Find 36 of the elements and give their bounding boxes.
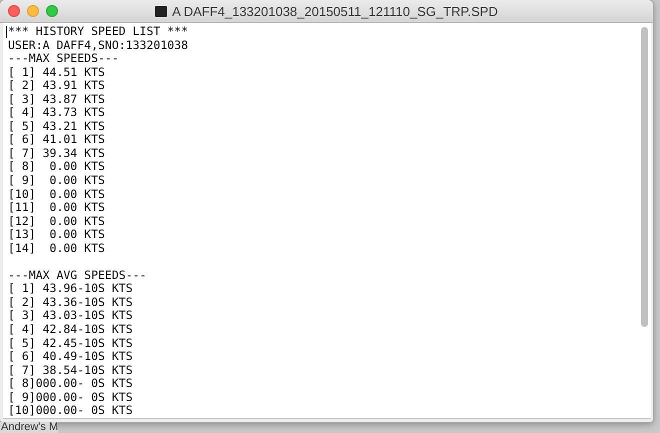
close-button[interactable] [8,5,20,17]
speed-line: [ 4] 43.73 KTS [8,106,105,120]
window-title: A DAFF4_133201038_20150511_121110_SG_TRP.SPD [172,4,498,18]
speed-line: [ 5] 43.21 KTS [8,120,105,134]
speed-line: [13] 0.00 KTS [8,228,105,242]
speed-line: [ 7] 38.54-10S KTS [8,364,133,378]
speed-line: [ 9] 0.00 KTS [8,174,105,188]
speed-line: [ 1] 44.51 KTS [8,66,105,80]
section-heading: ---MAX AVG SPEEDS--- [8,268,146,282]
speed-line: [ 3] 43.03-10S KTS [8,309,133,324]
speed-line: [ 3] 43.87 KTS [8,92,105,106]
speed-line: [ 8]000.00- 0S KTS [8,377,133,391]
speed-line: [10]000.00- 0S KTS [8,404,133,418]
speed-line: [ 9]000.00- 0S KTS [8,390,133,404]
speed-line: [10] 0.00 KTS [8,188,105,202]
speed-line: [ 2] 43.91 KTS [8,79,105,93]
speed-line: [12] 0.00 KTS [8,214,105,228]
minimize-button[interactable] [27,5,39,17]
speed-line: [ 6] 41.01 KTS [8,133,105,147]
speed-line: [ 8] 0.00 KTS [8,160,105,174]
scrollbar-thumb[interactable] [641,27,648,327]
document-heading: *** HISTORY SPEED LIST *** [8,25,188,39]
section-heading: ---MAX SPEEDS--- [8,52,119,66]
speed-line: [14] 0.00 KTS [8,242,105,256]
speed-line: [ 7] 39.34 KTS [8,146,105,160]
background-window-text: Andrew's M [0,422,58,433]
speed-line: [ 6] 40.49-10S KTS [8,350,133,364]
user-line: USER:A DAFF4,SNO:133201038 [8,38,188,52]
speed-line: [11] 0.00 KTS [8,201,105,215]
speed-line: [ 5] 42.45-10S KTS [8,336,133,350]
document-icon [155,6,168,16]
text-cursor [6,26,7,38]
speed-line: [ 4] 42.84-10S KTS [8,323,133,337]
zoom-button[interactable] [46,5,58,17]
speed-line: [ 2] 43.36-10S KTS [8,296,133,310]
speed-line: [ 1] 43.96-10S KTS [8,282,133,296]
